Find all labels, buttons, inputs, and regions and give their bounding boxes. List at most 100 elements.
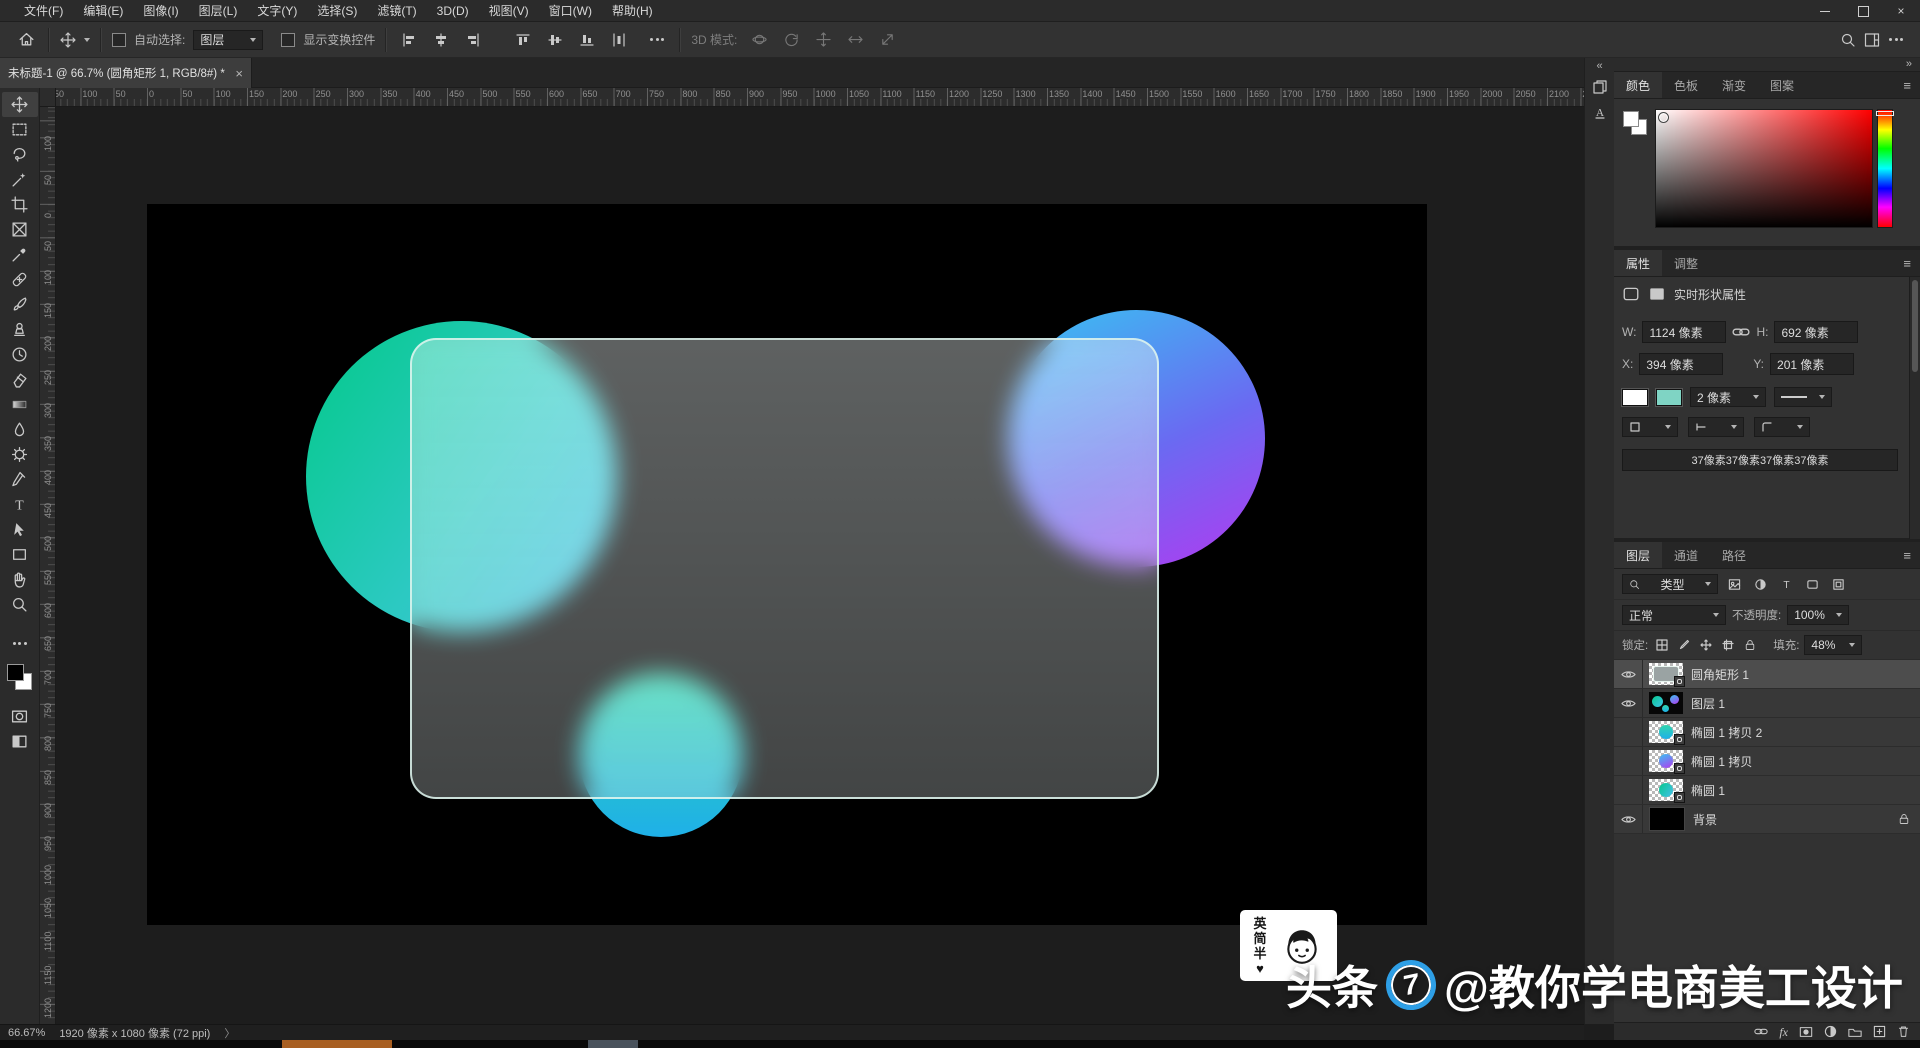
- close-button[interactable]: ×: [1882, 0, 1920, 22]
- lock-transparency-icon[interactable]: [1653, 637, 1670, 654]
- quick-mask-icon[interactable]: [2, 704, 38, 729]
- layer-name[interactable]: 图层 1: [1691, 695, 1725, 712]
- menu-item-3d[interactable]: 3D(D): [427, 0, 479, 22]
- distribute-horizontal-icon[interactable]: [607, 28, 631, 52]
- home-icon[interactable]: [14, 28, 38, 52]
- fill-color-swatch[interactable]: [1622, 389, 1648, 406]
- tab-adjustments[interactable]: 调整: [1662, 250, 1710, 276]
- link-layers-icon[interactable]: [1754, 1026, 1768, 1037]
- lock-position-icon[interactable]: [1697, 637, 1714, 654]
- properties-scrollbar[interactable]: [1909, 277, 1920, 539]
- history-brush-tool[interactable]: [2, 342, 38, 367]
- blur-tool[interactable]: [2, 417, 38, 442]
- delete-layer-icon[interactable]: [1897, 1025, 1910, 1038]
- healing-brush-tool[interactable]: [2, 267, 38, 292]
- visibility-toggle[interactable]: [1614, 805, 1643, 833]
- path-selection-tool[interactable]: [2, 517, 38, 542]
- layer-name[interactable]: 圆角矩形 1: [1691, 666, 1749, 683]
- fill-dropdown[interactable]: 48%: [1804, 635, 1862, 655]
- menu-item-image[interactable]: 图像(I): [133, 0, 188, 22]
- distribute-top-icon[interactable]: [511, 28, 535, 52]
- layer-row-ellipse-copy[interactable]: 椭圆 1 拷贝: [1614, 747, 1920, 776]
- layer-name[interactable]: 椭圆 1: [1691, 782, 1725, 799]
- visibility-toggle[interactable]: [1614, 660, 1643, 688]
- menu-item-edit[interactable]: 编辑(E): [73, 0, 133, 22]
- collapsed-panel-icon-glyphs[interactable]: A: [1587, 99, 1613, 124]
- layer-thumbnail[interactable]: [1649, 721, 1683, 743]
- new-layer-icon[interactable]: [1873, 1025, 1886, 1038]
- layer-row-rounded-rect[interactable]: 圆角矩形 1: [1614, 660, 1920, 689]
- close-tab-icon[interactable]: ×: [235, 66, 243, 81]
- document-tab[interactable]: 未标题-1 @ 66.7% (圆角矩形 1, RGB/8#) * ×: [0, 58, 252, 88]
- hue-slider-marker[interactable]: [1876, 111, 1894, 116]
- horizontal-ruler[interactable]: 1501005005010015020025030035040045050055…: [40, 88, 1584, 107]
- clone-stamp-tool[interactable]: [2, 317, 38, 342]
- menu-item-type[interactable]: 文字(Y): [247, 0, 307, 22]
- tab-properties[interactable]: 属性: [1614, 250, 1662, 276]
- align-right-icon[interactable]: [461, 28, 485, 52]
- panel-menu-icon[interactable]: ≡: [1903, 256, 1912, 271]
- zoom-tool[interactable]: [2, 592, 38, 617]
- menu-item-select[interactable]: 选择(S): [307, 0, 367, 22]
- foreground-color-swatch[interactable]: [7, 664, 24, 681]
- add-layer-mask-icon[interactable]: [1799, 1026, 1813, 1038]
- new-adjustment-layer-icon[interactable]: [1824, 1025, 1837, 1038]
- menu-item-help[interactable]: 帮助(H): [602, 0, 663, 22]
- stroke-style-dropdown[interactable]: [1774, 387, 1832, 407]
- maximize-button[interactable]: [1844, 0, 1882, 22]
- link-dimensions-icon[interactable]: [1732, 325, 1750, 339]
- menu-item-window[interactable]: 窗口(W): [539, 0, 602, 22]
- lock-artboard-icon[interactable]: [1719, 637, 1736, 654]
- hand-tool[interactable]: [2, 567, 38, 592]
- layer-thumbnail[interactable]: [1649, 779, 1683, 801]
- color-fg-mini-swatch[interactable]: [1623, 111, 1639, 127]
- layer-effects-icon[interactable]: fx: [1779, 1026, 1788, 1038]
- more-options-icon[interactable]: [645, 28, 669, 52]
- layer-name[interactable]: 椭圆 1 拷贝: [1691, 753, 1752, 770]
- gradient-tool[interactable]: [2, 392, 38, 417]
- dodge-tool[interactable]: [2, 442, 38, 467]
- layer-thumbnail[interactable]: [1649, 807, 1685, 831]
- layer-thumbnail[interactable]: [1649, 663, 1683, 685]
- width-field[interactable]: 1124 像素: [1642, 321, 1726, 343]
- foreground-background-colors[interactable]: [5, 664, 35, 694]
- menu-item-view[interactable]: 视图(V): [479, 0, 539, 22]
- visibility-toggle[interactable]: [1614, 747, 1643, 775]
- menu-item-file[interactable]: 文件(F): [14, 0, 73, 22]
- menu-item-filter[interactable]: 滤镜(T): [367, 0, 426, 22]
- filter-type-layers-icon[interactable]: T: [1776, 574, 1796, 594]
- rectangle-tool[interactable]: [2, 542, 38, 567]
- new-group-icon[interactable]: [1848, 1026, 1862, 1038]
- layer-thumbnail[interactable]: [1649, 750, 1683, 772]
- visibility-toggle[interactable]: [1614, 718, 1643, 746]
- eraser-tool[interactable]: [2, 367, 38, 392]
- lasso-tool[interactable]: [2, 142, 38, 167]
- document-canvas[interactable]: [147, 204, 1427, 925]
- quick-selection-tool[interactable]: [2, 167, 38, 192]
- glass-rounded-rectangle[interactable]: [410, 338, 1159, 799]
- layer-row-pixels[interactable]: 图层 1: [1614, 689, 1920, 718]
- tab-color[interactable]: 颜色: [1614, 72, 1662, 98]
- color-picker-marker[interactable]: [1658, 112, 1669, 123]
- search-icon[interactable]: [1836, 28, 1860, 52]
- opacity-dropdown[interactable]: 100%: [1787, 605, 1849, 625]
- auto-select-checkbox[interactable]: [112, 33, 126, 47]
- filter-adjustment-layers-icon[interactable]: [1750, 574, 1770, 594]
- marquee-tool[interactable]: [2, 117, 38, 142]
- stroke-cap-dropdown[interactable]: [1688, 417, 1744, 437]
- tab-patterns[interactable]: 图案: [1758, 72, 1806, 98]
- filter-shape-layers-icon[interactable]: [1802, 574, 1822, 594]
- edit-toolbar-icon[interactable]: [2, 631, 38, 656]
- hue-slider[interactable]: [1877, 109, 1893, 228]
- zoom-level[interactable]: 66.67%: [8, 1027, 45, 1039]
- distribute-bottom-icon[interactable]: [575, 28, 599, 52]
- frame-tool[interactable]: [2, 217, 38, 242]
- tab-channels[interactable]: 通道: [1662, 542, 1710, 568]
- move-tool[interactable]: [2, 92, 38, 117]
- layer-name[interactable]: 背景: [1693, 811, 1717, 828]
- color-saturation-field[interactable]: [1655, 109, 1873, 228]
- layer-row-ellipse[interactable]: 椭圆 1: [1614, 776, 1920, 805]
- panel-menu-icon[interactable]: ≡: [1903, 548, 1912, 563]
- brush-tool[interactable]: [2, 292, 38, 317]
- collapsed-panel-icon-libraries[interactable]: [1587, 74, 1613, 99]
